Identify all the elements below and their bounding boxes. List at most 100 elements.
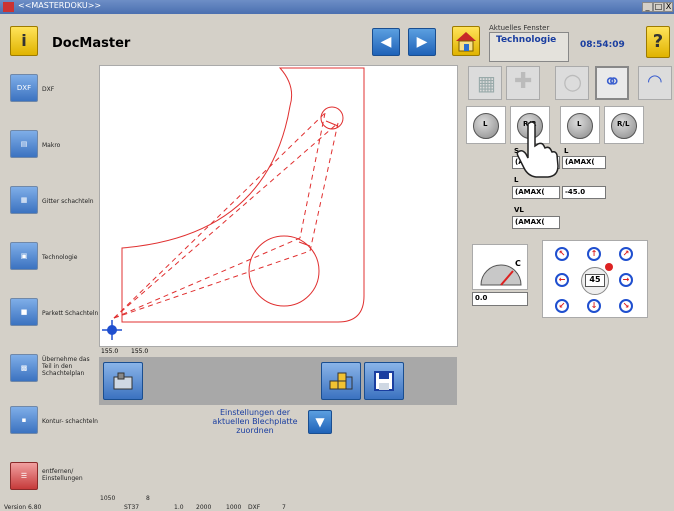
dir-down-left-button[interactable]: ↙: [555, 299, 569, 313]
sidebar-item-uebernehme[interactable]: ▩ Übernehme das Teil in den Schachtelpla…: [4, 354, 100, 388]
param-field-3[interactable]: (AMAX(: [512, 186, 560, 199]
current-window-label: Aktuelles Fenster: [489, 24, 550, 32]
back-button[interactable]: ◀: [372, 28, 400, 56]
status-material: ST37: [124, 504, 140, 511]
status-width: 2000: [196, 504, 212, 511]
status-value-2: 8: [146, 495, 150, 502]
c-angle-widget[interactable]: C: [472, 244, 528, 290]
parquet-nest-icon: ■: [10, 298, 38, 326]
help-button[interactable]: ?: [646, 26, 670, 58]
close-button[interactable]: X: [664, 2, 673, 12]
tool-tile-1[interactable]: ▦: [468, 66, 502, 100]
c-angle-label: C: [515, 259, 521, 268]
origin-marker: [102, 320, 122, 340]
maximize-button[interactable]: □: [653, 2, 664, 12]
part-outline: [121, 67, 365, 323]
sidebar-item-label: entfernen/ Einstellungen: [42, 468, 83, 482]
sidebar-item-label: Kontur- schachteln: [42, 418, 98, 425]
hand-cursor-icon: [516, 121, 559, 178]
tool-tile-2[interactable]: ✚: [506, 66, 540, 100]
home-icon: [456, 32, 476, 52]
status-value-1: 1050: [100, 495, 116, 502]
drawing-canvas[interactable]: [99, 65, 458, 347]
dir-right-button[interactable]: →: [619, 273, 633, 287]
sidebar-item-parkett[interactable]: ■ Parkett Schachteln: [4, 298, 100, 328]
assign-sheet-button[interactable]: ▼: [308, 410, 332, 434]
arc-icon: ◠: [647, 71, 663, 92]
small-hole: [320, 106, 344, 130]
action-panel: [99, 357, 457, 405]
transfer-part-icon: ▩: [10, 354, 38, 382]
sidebar-item-makro[interactable]: ▤ Makro: [4, 130, 100, 160]
save-icon: [374, 371, 394, 391]
dir-down-right-button[interactable]: ↘: [619, 299, 633, 313]
circle-tool-label: L: [577, 120, 582, 128]
sidebar-item-label: Übernehme das Teil in den Schachtelplan: [42, 356, 90, 377]
nest-icon: [329, 372, 353, 390]
sidebar-item-kontur[interactable]: ▪ Kontur- schachteln: [4, 406, 100, 436]
circle-tool-label: L: [483, 120, 488, 128]
sidebar-item-entfernen[interactable]: ☰ entfernen/ Einstellungen: [4, 462, 100, 492]
info-icon: i: [21, 31, 27, 50]
coord-y: 155.0: [131, 348, 149, 355]
circle-tool-4[interactable]: R/L: [604, 106, 644, 144]
angle-value[interactable]: 45: [585, 274, 605, 287]
dir-up-right-button[interactable]: ↗: [619, 247, 633, 261]
contour-nest-icon: ▪: [10, 406, 38, 434]
direction-panel: ↖ ↑ ↗ ← → ↙ ↓ ↘ 45: [542, 240, 648, 318]
assign-sheet-text: Einstellungen der aktuellen Blechplatte …: [212, 408, 298, 435]
app-icon: [3, 2, 14, 12]
sidebar-item-label: Technologie: [42, 254, 78, 261]
home-button[interactable]: [452, 26, 480, 56]
sidebar-item-label: Parkett Schachteln: [42, 310, 99, 317]
dir-up-button[interactable]: ↑: [587, 247, 601, 261]
clock: 08:54:09: [580, 40, 625, 50]
tool-tile-3[interactable]: ○: [555, 66, 589, 100]
sidebar-item-label: Gitter schachteln: [42, 198, 94, 205]
app-title: DocMaster: [52, 36, 131, 51]
circle-tool-3[interactable]: L: [560, 106, 600, 144]
minimize-button[interactable]: _: [642, 2, 653, 12]
sidebar-item-dxf[interactable]: DXF DXF: [4, 74, 100, 104]
sidebar-item-label: DXF: [42, 86, 55, 93]
info-button[interactable]: i: [10, 26, 38, 56]
window-title: <<MASTERDOKU>>: [18, 1, 102, 10]
status-type: DXF: [248, 504, 261, 511]
puzzle-icon: ▦: [477, 71, 496, 95]
dir-down-button[interactable]: ↓: [587, 299, 601, 313]
version-text: Version 6.80: [4, 504, 42, 511]
forward-button[interactable]: ▶: [408, 28, 436, 56]
large-hole: [248, 235, 320, 307]
dir-up-left-button[interactable]: ↖: [555, 247, 569, 261]
param-field-2[interactable]: (AMAX(: [562, 156, 606, 169]
tool-tile-4[interactable]: ⚭: [595, 66, 629, 100]
param-field-4[interactable]: -45.0: [562, 186, 606, 199]
sidebar-item-gitter[interactable]: ▦ Gitter schachteln: [4, 186, 100, 216]
arrow-right-icon: ▶: [416, 34, 428, 50]
sheet-icon: [113, 372, 133, 390]
sheet-button[interactable]: [103, 362, 143, 400]
nest-button[interactable]: [321, 362, 361, 400]
window-titlebar: <<MASTERDOKU>> _ □ X: [0, 0, 674, 14]
angle-marker-icon: [605, 263, 613, 271]
sidebar-item-label: Makro: [42, 142, 61, 149]
status-count: 7: [282, 504, 286, 511]
param-field-5[interactable]: (AMAX(: [512, 216, 560, 229]
save-button[interactable]: [364, 362, 404, 400]
sidebar-item-technologie[interactable]: ▣ Technologie: [4, 242, 100, 272]
arrow-left-icon: ◀: [380, 34, 392, 50]
circle-tool-1[interactable]: L: [466, 106, 506, 144]
status-bar: Version 6.80 1050 8 ST37 1.0 2000 1000 D…: [0, 492, 674, 511]
technology-icon: ▣: [10, 242, 38, 270]
c-angle-field[interactable]: 0.0: [472, 292, 528, 306]
angle-gauge-icon: [480, 264, 522, 286]
macro-icon: ▤: [10, 130, 38, 158]
remove-settings-icon: ☰: [10, 462, 38, 490]
grid-nest-icon: ▦: [10, 186, 38, 214]
tool-tile-5[interactable]: ◠: [638, 66, 672, 100]
coord-x: 155.0: [101, 348, 119, 355]
param-label-vl: VL: [514, 206, 524, 214]
coordinate-bar: 155.0 155.0: [99, 347, 458, 357]
dir-left-button[interactable]: ←: [555, 273, 569, 287]
circle-arrow-icon: ⚭: [603, 70, 622, 95]
